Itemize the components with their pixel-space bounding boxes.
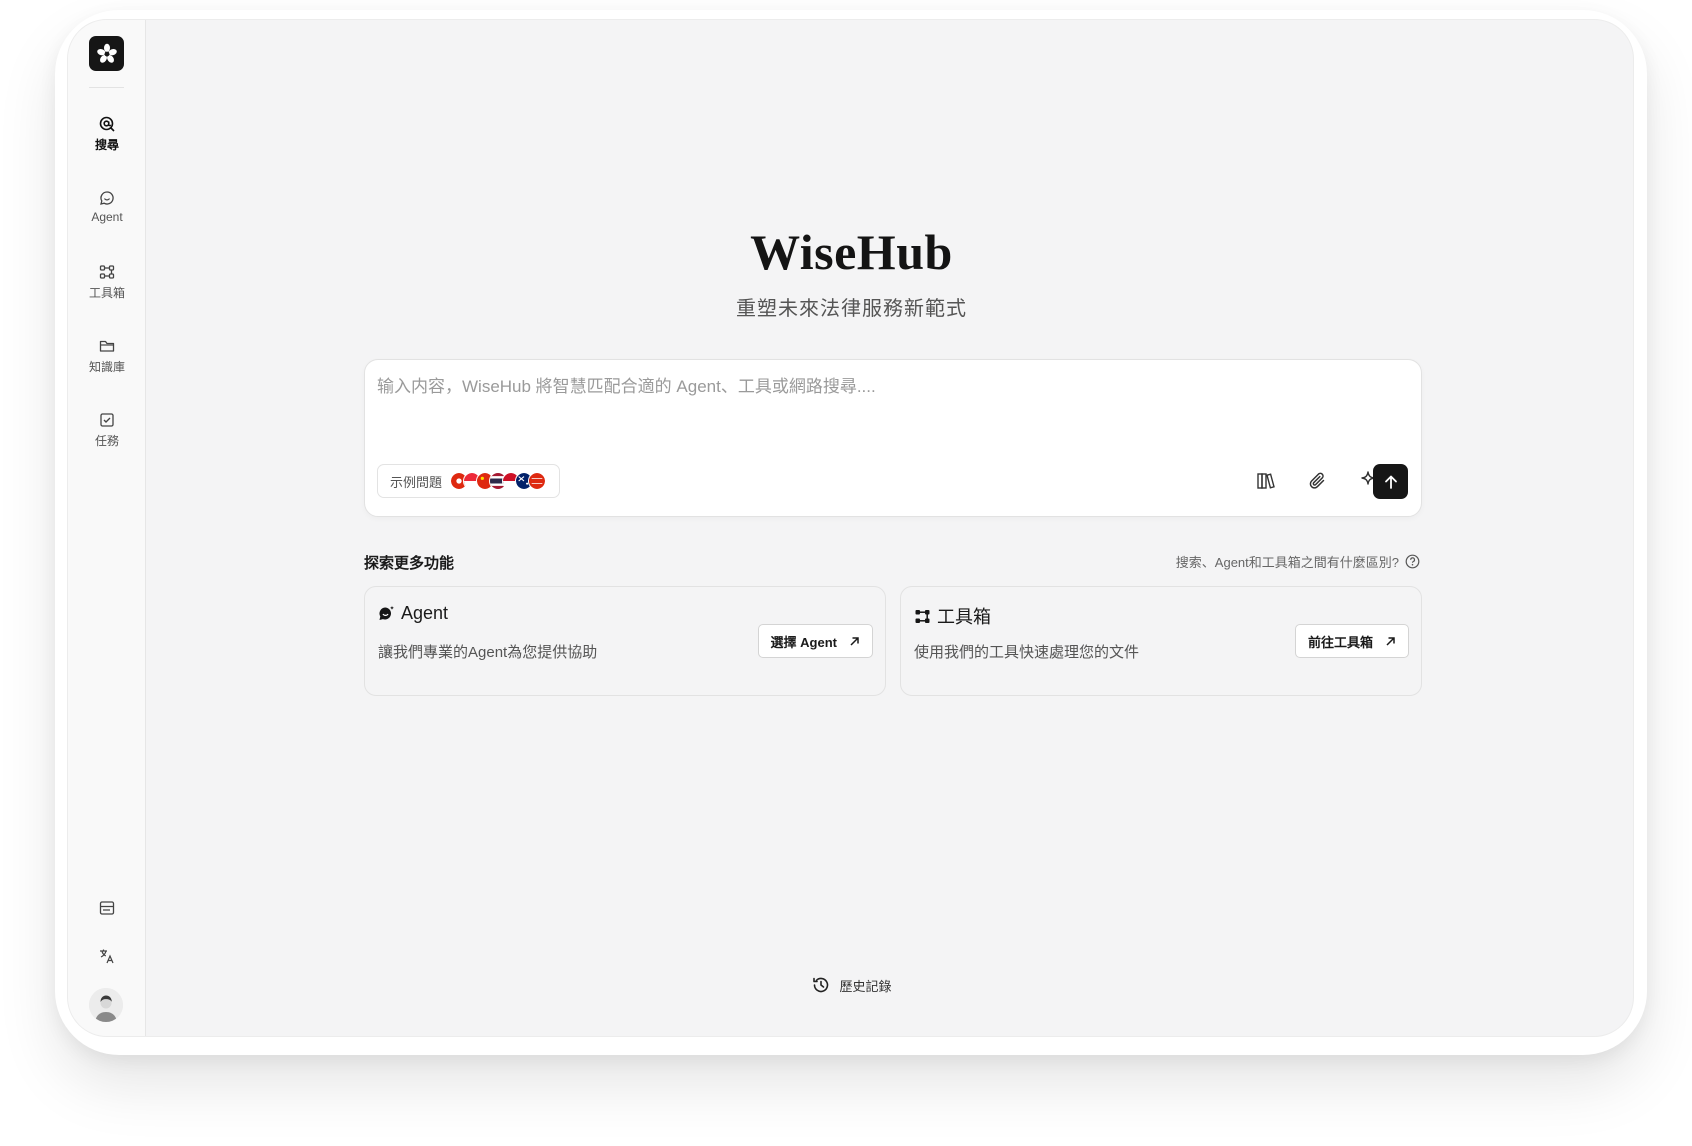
attach-button[interactable] xyxy=(1301,464,1335,498)
search-box: 示例問題 xyxy=(364,359,1422,517)
difference-help-text: 搜索、Agent和工具箱之間有什麼區別? xyxy=(1175,555,1399,570)
flower-logo-icon xyxy=(96,43,117,63)
translate-icon[interactable] xyxy=(98,947,116,965)
arrow-up-icon xyxy=(1384,475,1397,489)
search-at-icon xyxy=(99,116,115,132)
paperclip-icon xyxy=(1309,472,1325,489)
workflow-icon xyxy=(915,609,930,623)
toolbox-card-description: 使用我們的工具快速處理您的文件 xyxy=(914,644,1140,661)
question-circle-icon xyxy=(1405,554,1420,569)
agent-card: Agent 讓我們專業的Agent為您提供協助 選擇 Agent xyxy=(364,586,886,696)
sidebar-item-knowledge[interactable]: 知識庫 xyxy=(68,338,146,390)
sidebar-item-search[interactable]: 搜尋 xyxy=(68,116,146,168)
tagline: 重塑未來法律服務新範式 xyxy=(736,298,967,320)
history-icon xyxy=(813,977,829,993)
app-screen: 搜尋 Agent 工具箱 知識庫 任務 WiseHub 重塑未來法律服務新範式 … xyxy=(67,19,1634,1037)
arrow-up-right-icon xyxy=(1386,636,1395,646)
checkbox-icon xyxy=(100,413,114,427)
sidebar-item-label: 搜尋 xyxy=(94,138,119,152)
flag-group xyxy=(450,472,547,490)
folder-icon xyxy=(99,340,115,352)
sidebar-item-tasks[interactable]: 任務 xyxy=(68,412,146,464)
agent-card-title: Agent xyxy=(401,603,449,623)
toolbox-card: 工具箱 使用我們的工具快速處理您的文件 前往工具箱 xyxy=(900,586,1422,696)
search-input[interactable] xyxy=(377,372,1407,402)
library-button[interactable] xyxy=(1249,464,1283,498)
toolbox-card-header: 工具箱 xyxy=(914,603,991,629)
explore-title: 探索更多功能 xyxy=(364,555,455,572)
agent-card-description: 讓我們專業的Agent為您提供協助 xyxy=(378,644,598,661)
history-row: 歷史記錄 xyxy=(68,975,1633,995)
page-title: WiseHub xyxy=(750,224,953,280)
logo-divider xyxy=(89,87,124,88)
chat-bubble-icon xyxy=(100,191,114,205)
sidebar: 搜尋 Agent 工具箱 知識庫 任務 xyxy=(68,20,146,1036)
sidebar-item-label: 任務 xyxy=(94,434,119,448)
difference-help-link[interactable]: 搜索、Agent和工具箱之間有什麼區別? xyxy=(1176,552,1420,571)
mainland-flag-icon xyxy=(528,472,547,490)
example-questions-label: 示例問題 xyxy=(390,474,443,490)
panel-icon[interactable] xyxy=(98,899,116,917)
agent-card-header: Agent xyxy=(378,603,448,624)
toolbox-card-title: 工具箱 xyxy=(937,607,991,627)
library-icon xyxy=(1257,473,1275,489)
history-button[interactable]: 歷史記錄 xyxy=(811,975,892,995)
example-questions-button[interactable]: 示例問題 xyxy=(377,464,560,498)
go-to-toolbox-button[interactable]: 前往工具箱 xyxy=(1294,624,1409,658)
select-agent-button[interactable]: 選擇 Agent xyxy=(757,624,873,658)
chat-sparkle-icon xyxy=(379,605,395,620)
arrow-up-right-icon xyxy=(850,636,859,646)
sidebar-item-label: Agent xyxy=(91,210,123,224)
select-agent-label: 選擇 Agent xyxy=(770,634,837,650)
sidebar-item-label: 知識庫 xyxy=(88,360,125,374)
history-label: 歷史記錄 xyxy=(839,978,892,994)
go-to-toolbox-label: 前往工具箱 xyxy=(1307,634,1373,650)
send-button[interactable] xyxy=(1373,464,1408,499)
app-logo[interactable] xyxy=(89,36,124,71)
